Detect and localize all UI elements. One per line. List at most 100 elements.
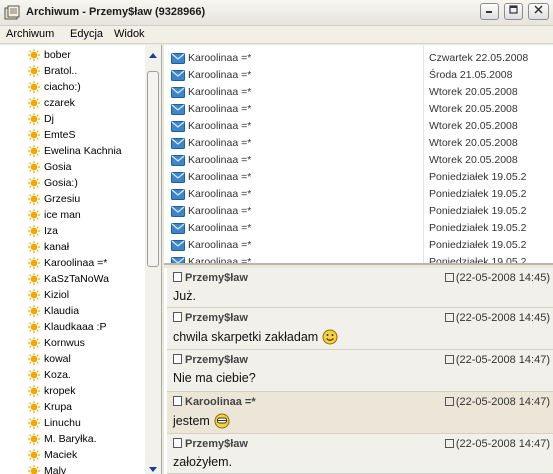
- maximize-button[interactable]: [504, 3, 523, 20]
- message-row[interactable]: Karoolinaa =* Wtorek 20.05.2008: [164, 135, 553, 152]
- chat-message: Przemy$ław (22-05-2008 14:45) Już.: [167, 268, 553, 308]
- sun-status-icon: [28, 177, 40, 189]
- message-date: Poniedziałek 19.05.2: [429, 171, 527, 183]
- message-row[interactable]: Karoolinaa =* Wtorek 20.05.2008: [164, 118, 553, 135]
- envelope-icon: [171, 257, 185, 263]
- contact-item[interactable]: kanał: [28, 239, 70, 255]
- message-time: (22-05-2008 14:45): [444, 272, 550, 284]
- contact-item[interactable]: Ewelina Kachnia: [28, 143, 122, 159]
- contact-item[interactable]: Maciek: [28, 447, 77, 463]
- message-date: Środa 21.05.2008: [429, 69, 513, 81]
- contact-name: Gosia: [44, 161, 72, 173]
- contact-item[interactable]: Grzesiu: [28, 191, 80, 207]
- message-row[interactable]: Karoolinaa =* Czwartek 22.05.2008: [164, 50, 553, 67]
- message-date: Wtorek 20.05.2008: [429, 120, 518, 132]
- message-list: Karoolinaa =* Czwartek 22.05.2008 Karoolin…: [164, 45, 553, 265]
- message-sender: Karoolinaa =*: [188, 69, 252, 81]
- contact-item[interactable]: ice man: [28, 207, 81, 223]
- sun-status-icon: [28, 289, 40, 301]
- minimize-icon: [486, 11, 492, 13]
- contact-item[interactable]: KaSzTaNoWa: [28, 271, 109, 287]
- envelope-icon: [171, 189, 185, 200]
- contacts-scrollbar[interactable]: [145, 45, 161, 474]
- contact-name: czarek: [44, 97, 75, 109]
- message-row[interactable]: Karoolinaa =* Poniedziałek 19.05.2: [164, 220, 553, 237]
- contact-item[interactable]: Bratol..: [28, 63, 77, 79]
- message-row[interactable]: Karoolinaa =* Poniedziałek 19.05.2: [164, 254, 553, 265]
- contact-name: Kiziol: [44, 289, 70, 301]
- author-name: Karoolinaa =*: [185, 396, 256, 408]
- sun-status-icon: [28, 321, 40, 333]
- message-row[interactable]: Karoolinaa =* Środa 21.05.2008: [164, 67, 553, 84]
- menu-widok[interactable]: Widok: [114, 28, 145, 40]
- contact-item[interactable]: czarek: [28, 95, 75, 111]
- envelope-icon: [171, 104, 185, 115]
- contact-name: kanał: [44, 241, 70, 253]
- contact-item[interactable]: Krupa: [28, 399, 72, 415]
- message-row[interactable]: Karoolinaa =* Poniedziałek 19.05.2: [164, 203, 553, 220]
- contact-item[interactable]: Gosia: [28, 159, 72, 175]
- minimize-button[interactable]: [480, 3, 499, 20]
- contact-item[interactable]: Klaudkaaa :P: [28, 319, 106, 335]
- contact-name: kropek: [44, 385, 76, 397]
- contact-item[interactable]: Dj: [28, 111, 54, 127]
- message-row[interactable]: Karoolinaa =* Wtorek 20.05.2008: [164, 152, 553, 169]
- message-row[interactable]: Karoolinaa =* Wtorek 20.05.2008: [164, 101, 553, 118]
- sun-status-icon: [28, 337, 40, 349]
- message-row[interactable]: Karoolinaa =* Wtorek 20.05.2008: [164, 84, 553, 101]
- contact-item[interactable]: ciacho:): [28, 79, 81, 95]
- contact-item[interactable]: M. Baryłka.: [28, 431, 97, 447]
- contact-item[interactable]: Maly: [28, 463, 66, 474]
- menu-edycja[interactable]: Edycja: [70, 28, 103, 40]
- contact-item[interactable]: EmteS: [28, 127, 76, 143]
- sun-status-icon: [28, 129, 40, 141]
- contacts-panel: bober Bratol.. ciacho:) czarek Dj EmteS Ewelin…: [0, 45, 162, 474]
- title-bar: Archiwum - Przemy$ław (9328966): [0, 0, 553, 26]
- contact-name: Dj: [44, 113, 54, 125]
- time-text: (22-05-2008 14:47): [455, 438, 550, 450]
- contact-item[interactable]: kropek: [28, 383, 76, 399]
- message-row[interactable]: Karoolinaa =* Poniedziałek 19.05.2: [164, 237, 553, 254]
- document-icon: [173, 396, 182, 406]
- contact-item[interactable]: kowal: [28, 351, 71, 367]
- contact-item[interactable]: Kornwus: [28, 335, 85, 351]
- contact-name: M. Baryłka.: [44, 433, 97, 445]
- author-name: Przemy$ław: [185, 354, 248, 366]
- contact-item[interactable]: Koza.: [28, 367, 71, 383]
- contact-name: Koza.: [44, 369, 71, 381]
- document-icon: [173, 354, 182, 364]
- message-date: Poniedziałek 19.05.2: [429, 239, 527, 251]
- message-row[interactable]: Karoolinaa =* Poniedziałek 19.05.2: [164, 169, 553, 186]
- scroll-up-arrow-icon[interactable]: [148, 51, 158, 59]
- contact-item[interactable]: bober: [28, 47, 71, 63]
- sun-status-icon: [28, 465, 40, 474]
- window-title: Archiwum - Przemy$ław (9328966): [26, 6, 206, 18]
- contact-item[interactable]: Iza: [28, 223, 58, 239]
- close-button[interactable]: [528, 3, 549, 20]
- message-date: Poniedziałek 19.05.2: [429, 188, 527, 200]
- contact-item[interactable]: Karoolinaa =*: [28, 255, 108, 271]
- scroll-down-arrow-icon[interactable]: [148, 466, 158, 474]
- scrollbar-thumb[interactable]: [147, 71, 159, 267]
- contact-item[interactable]: Klaudia: [28, 303, 79, 319]
- message-time: (22-05-2008 14:47): [444, 438, 550, 450]
- envelope-icon: [171, 121, 185, 132]
- message-text-content: Nie ma ciebie?: [173, 371, 256, 385]
- contact-item[interactable]: Gosia:): [28, 175, 78, 191]
- edit-icon: [444, 355, 454, 364]
- message-date: Poniedziałek 19.05.2: [429, 256, 527, 265]
- message-row[interactable]: Karoolinaa =* Poniedziałek 19.05.2: [164, 186, 553, 203]
- message-author: Przemy$ław: [173, 312, 248, 324]
- contact-name: kowal: [44, 353, 71, 365]
- time-text: (22-05-2008 14:45): [455, 272, 550, 284]
- close-icon: [534, 5, 543, 14]
- message-sender: Karoolinaa =*: [188, 256, 252, 265]
- sun-status-icon: [28, 417, 40, 429]
- document-icon: [173, 438, 182, 448]
- menu-archiwum[interactable]: Archiwum: [6, 28, 54, 40]
- message-date: Poniedziałek 19.05.2: [429, 222, 527, 234]
- contact-item[interactable]: Kiziol: [28, 287, 70, 303]
- contact-name: Karoolinaa =*: [44, 257, 108, 269]
- sun-status-icon: [28, 209, 40, 221]
- contact-item[interactable]: Linuchu: [28, 415, 81, 431]
